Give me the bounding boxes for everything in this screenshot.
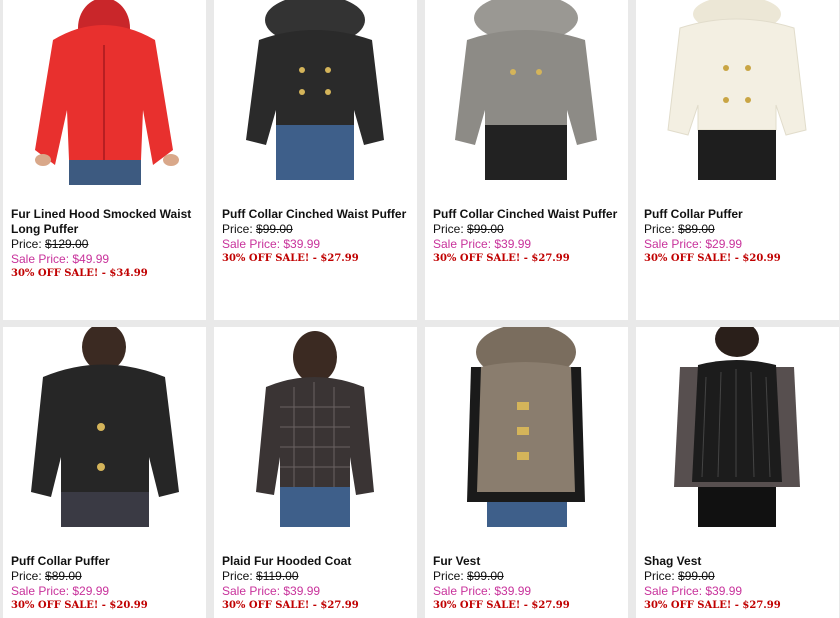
sale-price: Sale Price: $39.99 — [222, 237, 417, 252]
product-photo[interactable] — [425, 327, 628, 527]
product-name[interactable]: Shag Vest — [644, 554, 839, 569]
sale-value: $39.99 — [494, 237, 532, 251]
deal-price: 30% OFF SALE! - $27.99 — [644, 600, 781, 611]
original-price: Price: $99.00 — [222, 222, 417, 237]
price-value: $89.00 — [678, 222, 715, 236]
price-value: $89.00 — [45, 569, 82, 583]
product-photo[interactable] — [214, 327, 417, 527]
sale-price: Sale Price: $39.99 — [644, 584, 839, 599]
product-card[interactable]: Puff Collar Puffer Price: $89.00 Sale Pr… — [636, 0, 839, 320]
product-card[interactable]: Puff Collar Cinched Waist Puffer Price: … — [425, 0, 628, 320]
deal-price: 30% OFF SALE! - $27.99 — [433, 253, 570, 264]
sale-price: Sale Price: $39.99 — [222, 584, 417, 599]
product-card[interactable]: Puff Collar Cinched Waist Puffer Price: … — [214, 0, 417, 320]
sale-label: Sale Price: — [433, 584, 492, 598]
sale-label: Sale Price: — [222, 584, 281, 598]
price-value: $129.00 — [45, 237, 89, 251]
product-grid: Fur Lined Hood Smocked Waist Long Puffer… — [0, 0, 840, 618]
sale-price: Sale Price: $39.99 — [433, 237, 628, 252]
product-name[interactable]: Puff Collar Cinched Waist Puffer — [222, 207, 417, 222]
price-label: Price: — [433, 222, 464, 236]
deal-price: 30% OFF SALE! - $27.99 — [222, 253, 359, 264]
product-photo[interactable] — [3, 0, 206, 200]
sale-value: $39.99 — [705, 584, 743, 598]
price-label: Price: — [433, 569, 464, 583]
price-value: $99.00 — [256, 222, 293, 236]
original-price: Price: $99.00 — [433, 222, 628, 237]
sale-label: Sale Price: — [11, 252, 70, 266]
product-photo[interactable] — [3, 327, 206, 527]
price-value: $99.00 — [467, 569, 504, 583]
sale-label: Sale Price: — [644, 584, 703, 598]
deal-price: 30% OFF SALE! - $27.99 — [222, 600, 359, 611]
deal-price: 30% OFF SALE! - $20.99 — [644, 253, 781, 264]
price-label: Price: — [644, 569, 675, 583]
sale-label: Sale Price: — [644, 237, 703, 251]
sale-value: $49.99 — [72, 252, 110, 266]
product-card[interactable]: Fur Vest Price: $99.00 Sale Price: $39.9… — [425, 327, 628, 618]
product-photo[interactable] — [214, 0, 417, 200]
price-value: $99.00 — [467, 222, 504, 236]
product-card[interactable]: Puff Collar Puffer Price: $89.00 Sale Pr… — [3, 327, 206, 618]
sale-value: $39.99 — [494, 584, 532, 598]
product-name[interactable]: Puff Collar Cinched Waist Puffer — [433, 207, 628, 222]
original-price: Price: $119.00 — [222, 569, 417, 584]
price-label: Price: — [222, 222, 253, 236]
price-label: Price: — [11, 569, 42, 583]
price-label: Price: — [644, 222, 675, 236]
product-name[interactable]: Plaid Fur Hooded Coat — [222, 554, 417, 569]
product-card[interactable]: Shag Vest Price: $99.00 Sale Price: $39.… — [636, 327, 839, 618]
price-label: Price: — [222, 569, 253, 583]
price-value: $99.00 — [678, 569, 715, 583]
sale-price: Sale Price: $39.99 — [433, 584, 628, 599]
product-card[interactable]: Fur Lined Hood Smocked Waist Long Puffer… — [3, 0, 206, 320]
product-photo[interactable] — [636, 327, 839, 527]
sale-price: Sale Price: $29.99 — [644, 237, 839, 252]
price-value: $119.00 — [256, 569, 299, 583]
deal-price: 30% OFF SALE! - $27.99 — [433, 600, 570, 611]
sale-label: Sale Price: — [11, 584, 70, 598]
product-name[interactable]: Fur Lined Hood Smocked Waist Long Puffer — [11, 207, 206, 237]
price-label: Price: — [11, 237, 42, 251]
sale-price: Sale Price: $49.99 — [11, 252, 206, 267]
product-name[interactable]: Fur Vest — [433, 554, 628, 569]
original-price: Price: $99.00 — [433, 569, 628, 584]
deal-price: 30% OFF SALE! - $20.99 — [11, 600, 148, 611]
original-price: Price: $89.00 — [644, 222, 839, 237]
original-price: Price: $99.00 — [644, 569, 839, 584]
product-photo[interactable] — [636, 0, 839, 200]
sale-value: $29.99 — [705, 237, 743, 251]
product-name[interactable]: Puff Collar Puffer — [644, 207, 839, 222]
product-name[interactable]: Puff Collar Puffer — [11, 554, 206, 569]
original-price: Price: $89.00 — [11, 569, 206, 584]
sale-value: $29.99 — [72, 584, 110, 598]
sale-value: $39.99 — [283, 584, 321, 598]
product-card[interactable]: Plaid Fur Hooded Coat Price: $119.00 Sal… — [214, 327, 417, 618]
sale-price: Sale Price: $29.99 — [11, 584, 206, 599]
sale-label: Sale Price: — [222, 237, 281, 251]
deal-price: 30% OFF SALE! - $34.99 — [11, 268, 148, 279]
sale-value: $39.99 — [283, 237, 321, 251]
sale-label: Sale Price: — [433, 237, 492, 251]
product-photo[interactable] — [425, 0, 628, 200]
original-price: Price: $129.00 — [11, 237, 206, 252]
